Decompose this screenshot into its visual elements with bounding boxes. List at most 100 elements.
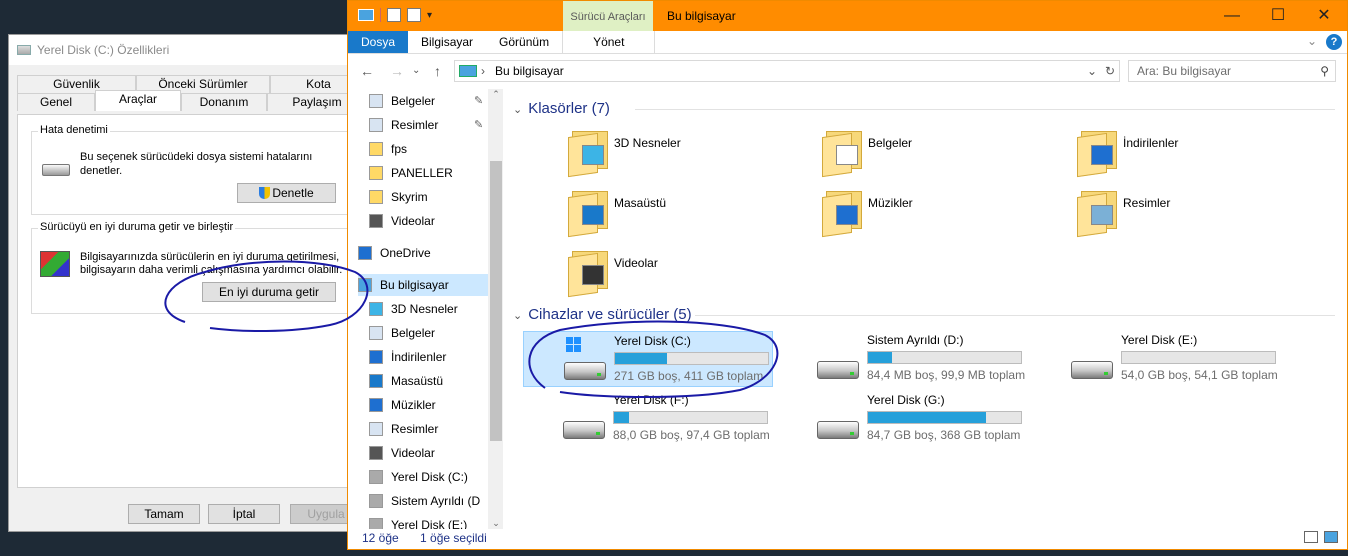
folder-item-pictures[interactable]: Resimler [1077,191,1327,245]
sidebar-item[interactable]: 3D Nesneler [369,298,488,320]
sidebar-item[interactable]: Bu bilgisayar [358,274,488,296]
refresh-icon[interactable]: ↻ [1105,61,1115,81]
error-check-text-1: Bu seçenek sürücüdeki dosya sistemi hata… [80,151,313,163]
sidebar-item[interactable]: Resimler ✎ [369,114,488,136]
drive-item[interactable]: Yerel Disk (G:) 84,7 GB boş, 368 GB topla… [777,391,1027,447]
explorer-titlebar: ▾ Sürücü Araçları Bu bilgisayar — ☐ ✕ [348,1,1347,31]
properties-icon[interactable] [387,8,401,22]
folder-name: Müzikler [868,196,913,210]
nav-item-icon [369,446,383,460]
up-icon[interactable]: ↑ [434,63,441,79]
search-input[interactable]: Ara: Bu bilgisayar ⚲ [1128,60,1336,82]
folder-icon [568,191,610,238]
folder-item-desktop[interactable]: Masaüstü [568,191,818,245]
sidebar-item[interactable]: Skyrim [369,186,488,208]
help-icon[interactable]: ? [1326,34,1342,50]
sidebar-item[interactable]: Masaüstü [369,370,488,392]
check-button[interactable]: Denetle [237,183,336,203]
tab-view[interactable]: Görünüm [486,31,562,53]
ribbon-tabs: Dosya Bilgisayar Görünüm Yönet ⌄ ? [348,31,1347,54]
nav-item-icon [369,326,383,340]
properties-title: Yerel Disk (C:) Özellikleri [37,43,170,57]
folder-name: İndirilenler [1123,136,1179,150]
sidebar-item[interactable]: Yerel Disk (C:) [369,466,488,488]
sidebar-item[interactable]: Videolar [369,442,488,464]
breadcrumb-chevron-icon[interactable]: › [481,61,485,81]
tab-general[interactable]: Genel [17,93,95,111]
drives-group-header[interactable]: ⌄ Cihazlar ve sürücüler (5) [513,305,1335,325]
nav-item-icon [369,214,383,228]
drive-usage-fill [615,353,668,364]
sidebar-item[interactable]: Müzikler [369,394,488,416]
forward-icon[interactable]: → [390,63,404,79]
minimize-icon[interactable]: — [1209,1,1255,31]
nav-item-icon [358,278,372,292]
tab-computer[interactable]: Bilgisayar [408,31,486,53]
sidebar-item-label: Sistem Ayrıldı (D [391,494,481,508]
tab-tools[interactable]: Araçlar [95,90,181,111]
pin-icon[interactable]: ✎ [474,90,483,112]
folder-item-downloads[interactable]: İndirilenler [1077,131,1327,185]
sidebar-item[interactable]: İndirilenler [369,346,488,368]
folders-group-header[interactable]: ⌄ Klasörler (7) [513,99,1335,119]
error-check-title: Hata denetimi [38,124,110,136]
sidebar-item-label: fps [391,142,408,156]
selected-count: 1 öğe seçildi [420,531,487,545]
folder-name: Resimler [1123,196,1171,210]
ok-button[interactable]: Tamam [128,504,200,524]
cancel-button[interactable]: İptal [208,504,280,524]
folder-item-music[interactable]: Müzikler [822,191,1072,245]
expand-ribbon-icon[interactable]: ⌄ [1307,34,1317,48]
recent-locations-icon[interactable]: ⌄ [412,65,420,76]
scroll-up-icon[interactable]: ⌃ [488,89,503,100]
search-icon[interactable]: ⚲ [1320,61,1329,81]
navigation-pane: Belgeler ✎ Resimler ✎ fps PANELLER Skyrim Video… [348,89,503,529]
tab-hardware[interactable]: Donanım [181,93,267,111]
nav-scrollbar[interactable]: ⌃ ⌄ [488,89,503,529]
divider [695,315,1335,316]
tab-file[interactable]: Dosya [348,31,409,53]
folder-name: 3D Nesneler [614,136,681,150]
sidebar-item[interactable]: OneDrive [358,242,488,264]
drive-icon [42,164,70,176]
breadcrumb-current[interactable]: Bu bilgisayar [495,64,564,78]
folder-item-3d-objects[interactable]: 3D Nesneler [568,131,818,185]
address-dropdown-icon[interactable]: ⌄ [1087,61,1097,81]
drive-item[interactable]: Yerel Disk (C:) 271 GB boş, 411 GB toplam [523,331,773,387]
folder-item-videos[interactable]: Videolar [568,251,818,305]
content-area: ⌄ Klasörler (7) 3D Nesneler Belgeler İndiri… [513,89,1343,529]
sidebar-item[interactable]: fps [369,138,488,160]
collapse-chevron-icon[interactable]: ⌄ [513,104,522,116]
large-icons-view-icon[interactable] [1324,531,1338,543]
tab-manage[interactable]: Yönet [562,31,656,53]
sidebar-item[interactable]: Belgeler ✎ [369,90,488,112]
sidebar-item[interactable]: Sistem Ayrıldı (D [369,490,488,512]
sidebar-item[interactable]: Belgeler [369,322,488,344]
folder-name: Masaüstü [614,196,667,210]
pin-icon[interactable]: ✎ [474,114,483,136]
folder-icon [822,131,864,178]
drive-item[interactable]: Yerel Disk (E:) 54,0 GB boş, 54,1 GB topl… [1031,331,1281,387]
sidebar-item[interactable]: Videolar [369,210,488,232]
folder-item-documents[interactable]: Belgeler [822,131,1072,185]
address-bar[interactable]: › Bu bilgisayar ⌄ ↻ [454,60,1120,82]
close-icon[interactable]: ✕ [1301,1,1347,31]
customize-quick-access-icon[interactable]: ▾ [427,10,432,21]
windows-logo-icon [566,337,582,353]
drive-item[interactable]: Sistem Ayrıldı (D:) 84,4 MB boş, 99,9 MB … [777,331,1027,387]
back-icon[interactable]: ← [360,63,374,79]
scrollbar-thumb[interactable] [490,161,502,441]
maximize-icon[interactable]: ☐ [1255,1,1301,31]
defrag-icon [40,251,70,277]
drive-usage-fill [868,412,986,423]
sidebar-item[interactable]: Resimler [369,418,488,440]
drive-item[interactable]: Yerel Disk (F:) 88,0 GB boş, 97,4 GB topl… [523,391,773,447]
folder-icon [1077,131,1119,178]
sidebar-item[interactable]: PANELLER [369,162,488,184]
details-view-icon[interactable] [1304,531,1318,543]
nav-item-icon [358,246,372,260]
new-folder-icon[interactable] [407,8,421,22]
collapse-chevron-icon[interactable]: ⌄ [513,310,522,322]
nav-item-icon [369,470,383,484]
optimize-button[interactable]: En iyi duruma getir [202,282,336,302]
